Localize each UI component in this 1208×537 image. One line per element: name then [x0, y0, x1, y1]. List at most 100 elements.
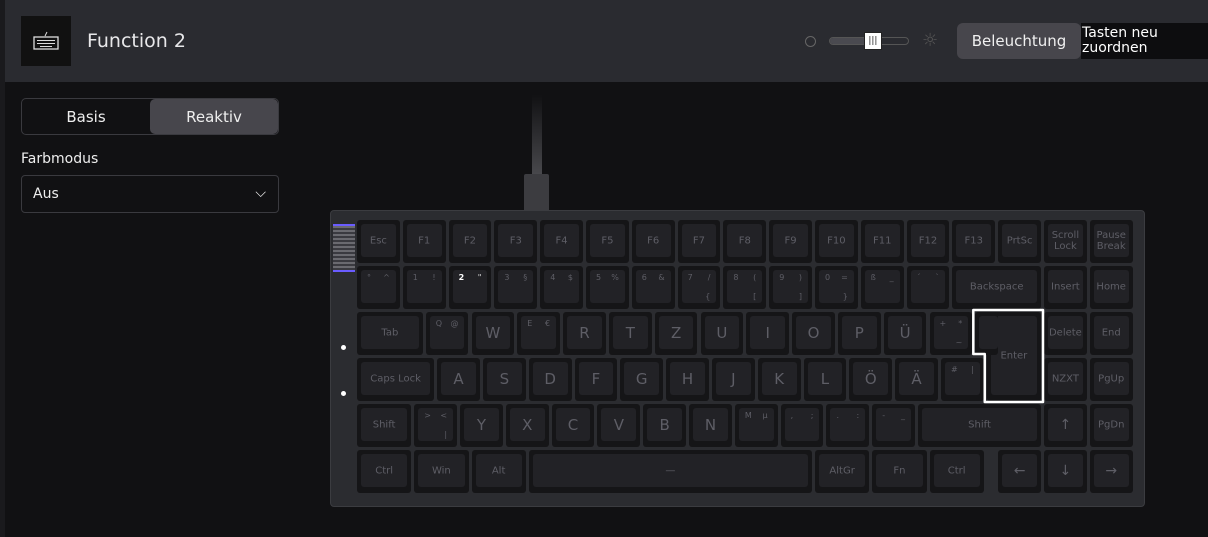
key-4[interactable]: 4 $	[540, 266, 583, 309]
key-ß[interactable]: ß _	[860, 266, 904, 309]
key-5[interactable]: 5%	[586, 266, 629, 309]
key-prtsc[interactable]: PrtSc	[998, 220, 1041, 263]
key-f8[interactable]: F8	[723, 220, 767, 263]
key-insert[interactable]: Insert	[1044, 266, 1087, 309]
key-↑[interactable]: ↑	[1044, 404, 1087, 447]
key-q[interactable]: Q @	[425, 312, 469, 355]
key-b[interactable]: B	[643, 404, 687, 447]
key-esc[interactable]: Esc	[357, 220, 400, 263]
key-v[interactable]: V	[597, 404, 641, 447]
key-´[interactable]: ´ `	[906, 266, 950, 309]
key-enter-upper[interactable]	[975, 312, 999, 355]
key-w[interactable]: W	[471, 312, 515, 355]
key-f9[interactable]: F9	[769, 220, 812, 263]
key-i[interactable]: I	[746, 312, 790, 355]
key-f5[interactable]: F5	[586, 220, 629, 263]
key-f6[interactable]: F6	[631, 220, 675, 263]
key-.[interactable]: .:	[826, 404, 870, 447]
key-s[interactable]: S	[482, 358, 526, 401]
key-u[interactable]: U	[700, 312, 744, 355]
key-win[interactable]: Win	[414, 450, 469, 493]
key-→[interactable]: →	[1089, 450, 1133, 493]
key-ctrl[interactable]: Ctrl	[357, 450, 412, 493]
key-e[interactable]: E €	[517, 312, 561, 355]
key-f3[interactable]: F3	[494, 220, 538, 263]
key-y[interactable]: Y	[460, 404, 503, 447]
key-k[interactable]: K	[757, 358, 801, 401]
key-ctrl[interactable]: Ctrl	[929, 450, 984, 493]
key-tab[interactable]: Tab	[357, 312, 423, 355]
key-2[interactable]: 2 "	[448, 266, 492, 309]
key-pause-break[interactable]: Pause Break	[1089, 220, 1133, 263]
key-7[interactable]: 7 / {	[677, 266, 721, 309]
key-←[interactable]: ←	[998, 450, 1041, 493]
key-scroll-lock[interactable]: Scroll Lock	[1044, 220, 1087, 263]
tab-reaktiv[interactable]: Reaktiv	[150, 99, 278, 134]
key-l[interactable]: L	[803, 358, 847, 401]
keyboard-device-icon[interactable]	[21, 16, 71, 66]
key-j[interactable]: J	[711, 358, 755, 401]
key-shift[interactable]: Shift	[357, 404, 412, 447]
key-x[interactable]: X	[505, 404, 549, 447]
key-h[interactable]: H	[666, 358, 709, 401]
key-caps-lock[interactable]: Caps Lock	[357, 358, 435, 401]
key-0[interactable]: 0 =}	[815, 266, 858, 309]
key-o[interactable]: O	[792, 312, 835, 355]
brightness-slider[interactable]: |||	[829, 32, 909, 50]
keycap: 3 §	[498, 270, 534, 303]
key-a[interactable]: A	[437, 358, 480, 401]
key-f2[interactable]: F2	[448, 220, 492, 263]
key-f7[interactable]: F7	[677, 220, 721, 263]
key-8[interactable]: 8 ([	[723, 266, 767, 309]
key-+[interactable]: + * ~	[929, 312, 973, 355]
key-ö[interactable]: Ö	[849, 358, 893, 401]
key-p[interactable]: P	[837, 312, 881, 355]
key-3[interactable]: 3 §	[494, 266, 538, 309]
key-#[interactable]: # |	[940, 358, 984, 401]
key-9[interactable]: 9)]	[769, 266, 812, 309]
key-shift[interactable]: Shift	[918, 404, 1041, 447]
key-ü[interactable]: Ü	[883, 312, 927, 355]
key-—[interactable]: —	[528, 450, 812, 493]
key-6[interactable]: 6 &	[631, 266, 675, 309]
color-mode-select[interactable]: Aus ⌵	[21, 175, 279, 213]
key-altgr[interactable]: AltGr	[815, 450, 870, 493]
key-home[interactable]: Home	[1089, 266, 1133, 309]
key--[interactable]: - _	[872, 404, 916, 447]
key-r[interactable]: R	[563, 312, 606, 355]
key-z[interactable]: Z	[654, 312, 698, 355]
key-f11[interactable]: F11	[860, 220, 904, 263]
key-f12[interactable]: F12	[906, 220, 950, 263]
key-ä[interactable]: Ä	[895, 358, 938, 401]
key-1[interactable]: 1!	[402, 266, 446, 309]
key-f4[interactable]: F4	[540, 220, 583, 263]
key-f13[interactable]: F13	[952, 220, 996, 263]
key-end[interactable]: End	[1089, 312, 1133, 355]
remap-keys-button[interactable]: Tasten neu zuordnen	[1081, 23, 1208, 59]
key-m[interactable]: Mµ	[734, 404, 778, 447]
key-fn[interactable]: Fn	[872, 450, 927, 493]
tab-basis[interactable]: Basis	[22, 99, 150, 134]
key->[interactable]: > < |	[414, 404, 458, 447]
key-alt[interactable]: Alt	[471, 450, 526, 493]
key-↓[interactable]: ↓	[1044, 450, 1087, 493]
slider-thumb[interactable]: |||	[863, 32, 882, 50]
key-d[interactable]: D	[528, 358, 572, 401]
key-,[interactable]: ,;	[780, 404, 824, 447]
key-legend: &	[658, 273, 665, 282]
key-nzxt[interactable]: NZXT	[1044, 358, 1087, 401]
key-pgdn[interactable]: PgDn	[1089, 404, 1133, 447]
key-°[interactable]: ° ^	[357, 266, 400, 309]
key-c[interactable]: C	[551, 404, 595, 447]
key-t[interactable]: T	[608, 312, 652, 355]
key-f10[interactable]: F10	[815, 220, 858, 263]
key-pgup[interactable]: PgUp	[1089, 358, 1133, 401]
key-delete[interactable]: Delete	[1044, 312, 1087, 355]
lighting-button[interactable]: Beleuchtung	[957, 23, 1081, 59]
key-f[interactable]: F	[574, 358, 618, 401]
key-g[interactable]: G	[620, 358, 664, 401]
volume-knob[interactable]	[333, 224, 355, 272]
key-n[interactable]: N	[689, 404, 732, 447]
key-f1[interactable]: F1	[402, 220, 446, 263]
key-backspace[interactable]: Backspace	[952, 266, 1041, 309]
